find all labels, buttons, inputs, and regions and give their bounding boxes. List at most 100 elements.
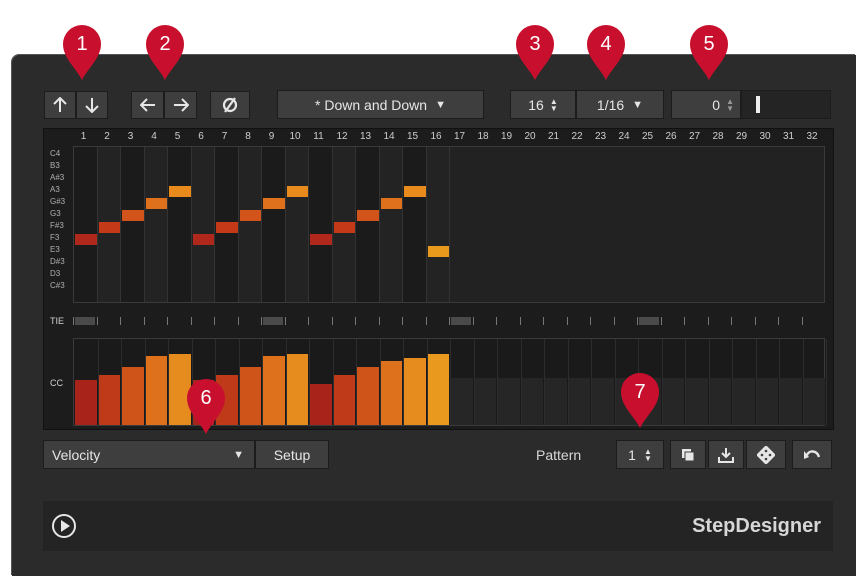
- note-step-5[interactable]: [169, 186, 191, 197]
- velocity-bar[interactable]: [98, 375, 120, 425]
- shift-up-button[interactable]: [44, 91, 76, 119]
- play-icon[interactable]: [51, 513, 77, 539]
- velocity-bar[interactable]: [263, 356, 285, 425]
- velocity-bar[interactable]: [474, 377, 496, 425]
- tie-marker[interactable]: [425, 317, 427, 325]
- velocity-bar[interactable]: [357, 367, 379, 425]
- controller-selector[interactable]: Velocity ▼: [43, 440, 255, 469]
- velocity-bar[interactable]: [780, 377, 802, 425]
- reverse-button[interactable]: [210, 91, 250, 119]
- tie-block[interactable]: [263, 317, 283, 325]
- velocity-bar[interactable]: [568, 377, 590, 425]
- tie-marker[interactable]: [519, 317, 521, 325]
- tie-marker[interactable]: [778, 317, 779, 325]
- velocity-bar[interactable]: [145, 356, 167, 425]
- tie-marker[interactable]: [684, 317, 685, 325]
- velocity-bar[interactable]: [380, 361, 402, 425]
- tie-marker[interactable]: [613, 317, 615, 325]
- tie-marker[interactable]: [143, 317, 145, 325]
- note-step-4[interactable]: [145, 198, 167, 209]
- step-column[interactable]: [285, 147, 309, 302]
- swing-field[interactable]: 0 ▲ ▼: [671, 90, 741, 119]
- step-column[interactable]: [262, 147, 286, 302]
- velocity-bar[interactable]: [333, 375, 355, 425]
- note-step-2[interactable]: [98, 222, 120, 233]
- step-column[interactable]: [121, 147, 145, 302]
- tie-marker[interactable]: [378, 317, 380, 325]
- tie-block[interactable]: [451, 317, 471, 325]
- tie-marker[interactable]: [190, 317, 192, 325]
- tie-marker[interactable]: [96, 317, 98, 325]
- velocity-bar[interactable]: [662, 377, 684, 425]
- velocity-bar[interactable]: [239, 367, 261, 425]
- step-column[interactable]: [191, 147, 215, 302]
- note-step-16[interactable]: [427, 246, 449, 257]
- preset-selector[interactable]: * Down and Down ▼: [277, 90, 484, 119]
- note-step-15[interactable]: [404, 186, 426, 197]
- pattern-field[interactable]: 1 ▲ ▼: [616, 440, 664, 469]
- velocity-bar[interactable]: [310, 383, 332, 425]
- step-column[interactable]: [238, 147, 262, 302]
- note-step-7[interactable]: [216, 222, 238, 233]
- velocity-bar[interactable]: [545, 377, 567, 425]
- velocity-bar[interactable]: [427, 354, 449, 425]
- note-step-9[interactable]: [263, 198, 285, 209]
- tie-marker[interactable]: [543, 317, 544, 325]
- velocity-bar[interactable]: [756, 377, 778, 425]
- tie-block[interactable]: [639, 317, 659, 325]
- tie-marker[interactable]: [167, 317, 168, 325]
- randomize-button[interactable]: [746, 440, 786, 469]
- tie-marker[interactable]: [660, 317, 662, 325]
- velocity-bar[interactable]: [498, 377, 520, 425]
- step-column[interactable]: [426, 147, 450, 302]
- tie-marker[interactable]: [284, 317, 286, 325]
- tie-marker[interactable]: [237, 317, 239, 325]
- tie-marker[interactable]: [754, 317, 756, 325]
- note-area[interactable]: [73, 146, 825, 303]
- note-step-8[interactable]: [239, 210, 261, 221]
- tie-marker[interactable]: [590, 317, 591, 325]
- tie-marker[interactable]: [214, 317, 215, 325]
- note-step-11[interactable]: [310, 234, 332, 245]
- note-step-14[interactable]: [380, 198, 402, 209]
- note-step-10[interactable]: [286, 186, 308, 197]
- note-step-13[interactable]: [357, 210, 379, 221]
- velocity-bar[interactable]: [286, 354, 308, 425]
- tie-block[interactable]: [75, 317, 95, 325]
- tie-marker[interactable]: [566, 317, 568, 325]
- tie-marker[interactable]: [331, 317, 333, 325]
- tie-marker[interactable]: [637, 317, 638, 325]
- step-column[interactable]: [74, 147, 98, 302]
- note-step-12[interactable]: [333, 222, 355, 233]
- velocity-bar[interactable]: [592, 377, 614, 425]
- tie-marker[interactable]: [801, 317, 803, 325]
- note-step-3[interactable]: [122, 210, 144, 221]
- tie-marker[interactable]: [449, 317, 450, 325]
- velocity-bar[interactable]: [122, 367, 144, 425]
- tie-row[interactable]: [73, 315, 825, 327]
- tie-marker[interactable]: [472, 317, 474, 325]
- velocity-bar[interactable]: [803, 377, 825, 425]
- step-column[interactable]: [309, 147, 333, 302]
- shift-left-button[interactable]: [131, 91, 164, 119]
- tie-marker[interactable]: [73, 317, 74, 325]
- velocity-bar[interactable]: [733, 377, 755, 425]
- tie-marker[interactable]: [731, 317, 732, 325]
- velocity-bar[interactable]: [75, 380, 97, 425]
- tie-marker[interactable]: [308, 317, 309, 325]
- copy-button[interactable]: [670, 440, 706, 469]
- shift-right-button[interactable]: [164, 91, 197, 119]
- undo-button[interactable]: [792, 440, 832, 469]
- step-column[interactable]: [356, 147, 380, 302]
- velocity-bar[interactable]: [451, 377, 473, 425]
- velocity-bar[interactable]: [709, 377, 731, 425]
- tie-marker[interactable]: [261, 317, 262, 325]
- tie-marker[interactable]: [120, 317, 121, 325]
- resolution-selector[interactable]: 1/16 ▼: [576, 90, 664, 119]
- tie-marker[interactable]: [707, 317, 709, 325]
- swing-slider[interactable]: [741, 90, 831, 119]
- note-step-1[interactable]: [75, 234, 97, 245]
- step-column[interactable]: [144, 147, 168, 302]
- tie-marker[interactable]: [355, 317, 356, 325]
- slider-handle[interactable]: [756, 96, 760, 113]
